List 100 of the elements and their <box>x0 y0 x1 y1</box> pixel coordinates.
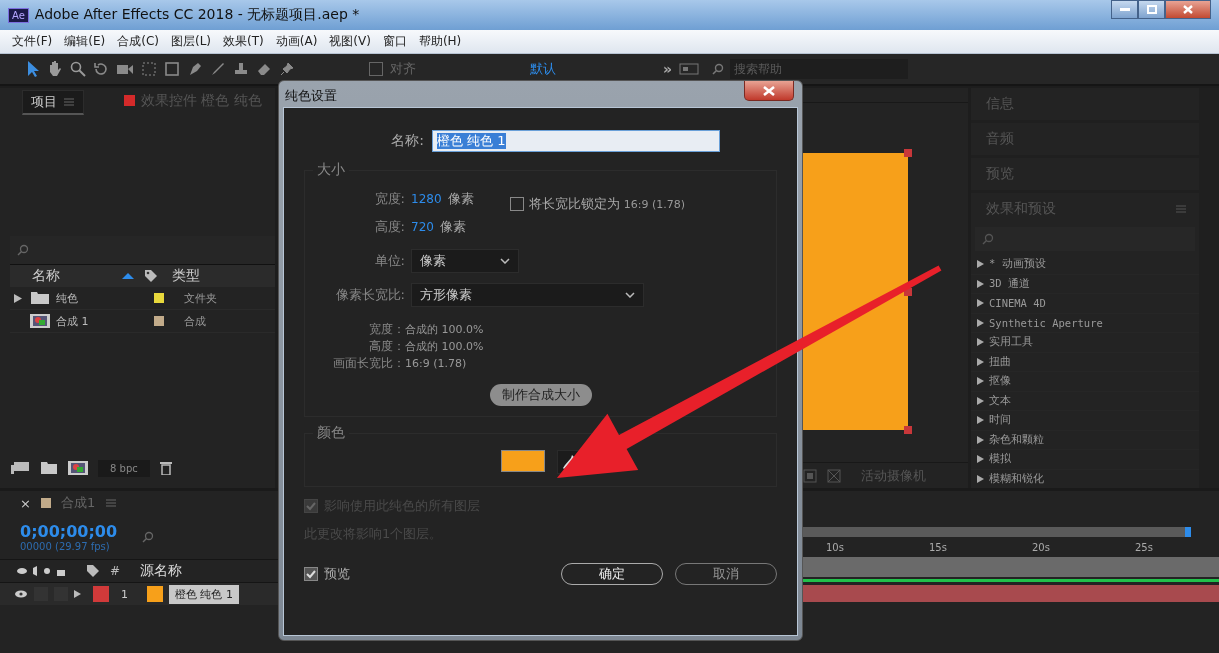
ok-button[interactable]: 确定 <box>561 563 663 585</box>
expand-arrow-icon[interactable] <box>977 396 984 405</box>
label-swatch[interactable] <box>154 293 164 303</box>
units-dropdown[interactable]: 像素 <box>411 249 519 273</box>
menu-item[interactable]: 文件(F) <box>8 33 57 50</box>
menu-item[interactable]: 合成(C) <box>113 33 163 50</box>
panel-tab[interactable]: 项目 <box>22 89 84 115</box>
menu-item[interactable]: 动画(A) <box>271 33 322 50</box>
effect-category[interactable]: 3D 通道 <box>971 274 1199 294</box>
rectangle-tool-icon[interactable] <box>164 61 180 77</box>
expand-arrow-icon[interactable] <box>977 338 984 347</box>
layer-number: 1 <box>120 587 129 601</box>
column-type[interactable]: 类型 <box>172 267 200 285</box>
eye-icon[interactable] <box>14 589 28 599</box>
brush-tool-icon[interactable] <box>210 61 226 77</box>
layer-handle[interactable] <box>904 426 912 434</box>
preview-label: 预览 <box>324 565 350 583</box>
workspace-tab[interactable]: 默认 <box>530 60 556 78</box>
effect-category[interactable]: * 动画预设 <box>971 255 1199 275</box>
folder-icon[interactable] <box>40 461 58 475</box>
column-name[interactable]: 名称 <box>32 267 116 285</box>
eraser-tool-icon[interactable] <box>256 61 272 77</box>
trash-icon[interactable] <box>159 461 172 475</box>
expand-arrow-icon[interactable] <box>977 279 984 288</box>
label-swatch[interactable] <box>93 586 109 602</box>
label-swatch[interactable] <box>154 316 164 326</box>
effect-category[interactable]: 扭曲 <box>971 352 1199 372</box>
column-source-name: 源名称 <box>140 562 182 580</box>
expand-arrow-icon[interactable] <box>977 435 984 444</box>
help-search-field[interactable]: 搜索帮助 <box>730 59 909 79</box>
effect-category[interactable]: 杂色和颗粒 <box>971 430 1199 450</box>
layer-handle[interactable] <box>904 149 912 157</box>
bit-depth-button[interactable]: 8 bpc <box>98 459 150 477</box>
zoom-tool-icon[interactable] <box>70 61 86 77</box>
pixel-aspect-label: 像素长宽比: <box>334 286 405 304</box>
composition-icon[interactable] <box>68 461 88 475</box>
sort-icon[interactable] <box>122 272 134 280</box>
pixel-aspect-dropdown[interactable]: 方形像素 <box>411 283 644 307</box>
panel-icon[interactable] <box>679 62 700 76</box>
preview-checkbox[interactable] <box>304 567 318 581</box>
name-label: 名称: <box>390 132 424 150</box>
lock-ratio-label: 将长宽比锁定为 16:9 (1.78) <box>528 195 685 213</box>
color-swatch[interactable] <box>500 450 545 472</box>
close-button[interactable] <box>1165 0 1211 19</box>
effect-category[interactable]: 时间 <box>971 411 1199 431</box>
camera-tool-icon[interactable] <box>116 62 134 76</box>
label-swatch <box>40 498 51 508</box>
menu-item[interactable]: 图层(L) <box>166 33 216 50</box>
expand-arrow-icon[interactable] <box>977 260 984 269</box>
info-value: 合成的 100.0% <box>405 339 484 354</box>
stamp-tool-icon[interactable] <box>233 61 249 77</box>
project-item[interactable]: 纯色 文件夹 <box>10 287 275 310</box>
make-comp-size-button[interactable]: 制作合成大小 <box>489 384 592 406</box>
expand-arrow-icon[interactable] <box>977 474 984 483</box>
layer-name[interactable]: 橙色 纯色 1 <box>169 584 239 604</box>
pin-tool-icon[interactable] <box>279 61 295 77</box>
more-workspaces[interactable]: » <box>663 61 673 77</box>
project-item[interactable]: 合成 1 合成 <box>10 310 275 333</box>
name-field[interactable]: 橙色 纯色 1 <box>432 130 720 152</box>
close-tab-button[interactable]: × <box>20 495 31 511</box>
menu-item[interactable]: 编辑(E) <box>60 33 110 50</box>
search-field[interactable] <box>975 227 1195 251</box>
playhead-marker[interactable] <box>1185 527 1191 537</box>
maximize-button[interactable] <box>1138 0 1165 19</box>
expand-arrow-icon[interactable] <box>14 293 22 303</box>
timecode[interactable]: 0;00;00;00 <box>20 522 118 541</box>
expand-arrow-icon[interactable] <box>977 299 984 308</box>
cancel-button[interactable]: 取消 <box>675 563 777 585</box>
group-label: 颜色 <box>313 424 349 442</box>
rotate-tool-icon[interactable] <box>93 61 109 77</box>
minimize-button[interactable] <box>1111 0 1138 19</box>
item-name: 合成 1 <box>56 313 90 329</box>
selection-tool-icon[interactable] <box>26 60 40 78</box>
tag-icon <box>144 269 158 283</box>
effect-category[interactable]: 文本 <box>971 391 1199 411</box>
expand-arrow-icon[interactable] <box>977 377 984 386</box>
expand-arrow-icon[interactable] <box>977 455 984 464</box>
width-value[interactable]: 1280 <box>411 192 442 206</box>
menu-item[interactable]: 视图(V) <box>325 33 375 50</box>
expand-arrow-icon[interactable] <box>74 590 81 598</box>
height-value[interactable]: 720 <box>411 220 434 234</box>
menu-item[interactable]: 窗口 <box>378 33 411 50</box>
expand-arrow-icon[interactable] <box>977 416 984 425</box>
menu-item[interactable]: 帮助(H) <box>414 33 466 50</box>
item-name: 纯色 <box>56 290 79 306</box>
expand-arrow-icon[interactable] <box>977 318 984 327</box>
expand-arrow-icon[interactable] <box>977 357 984 366</box>
tag-icon <box>86 564 100 578</box>
menu-item[interactable]: 效果(T) <box>219 33 268 50</box>
pen-tool-icon[interactable] <box>187 61 203 77</box>
composition-icon <box>30 314 50 328</box>
effect-category[interactable]: Synthetic Aperture <box>971 313 1199 333</box>
snap-checkbox[interactable] <box>369 62 383 76</box>
hand-tool-icon[interactable] <box>47 60 63 78</box>
effect-category[interactable]: 实用工具 <box>971 333 1199 353</box>
close-button[interactable] <box>744 81 794 101</box>
effect-category[interactable]: 模拟 <box>971 450 1199 470</box>
lock-ratio-checkbox[interactable] <box>509 197 524 211</box>
effect-category[interactable]: 抠像 <box>971 372 1199 392</box>
effect-category[interactable]: CINEMA 4D <box>971 294 1199 314</box>
